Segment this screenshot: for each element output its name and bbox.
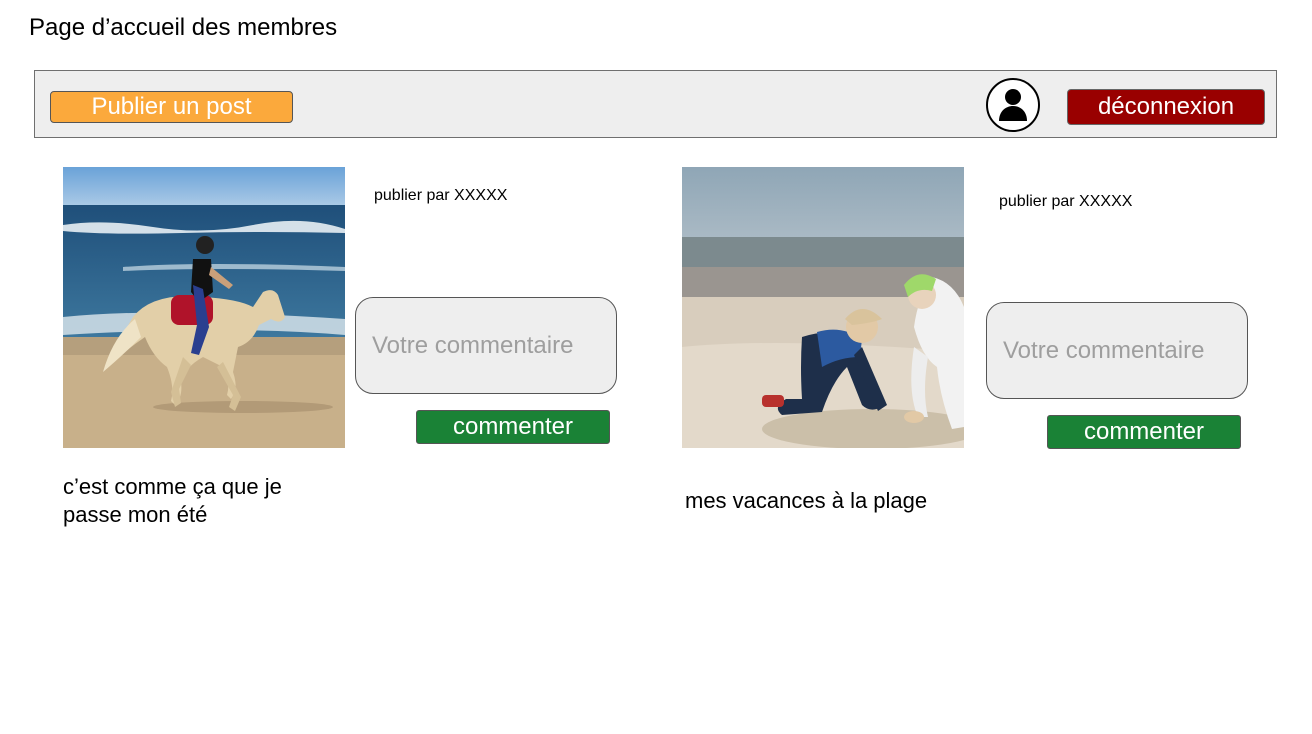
logout-button[interactable]: déconnexion: [1067, 89, 1265, 125]
post-author: publier par XXXXX: [374, 187, 508, 204]
post-caption: mes vacances à la plage: [685, 488, 928, 513]
horse-rider-beach-photo: [63, 167, 345, 448]
post-caption: c’est comme ça que je passe mon été: [63, 474, 282, 527]
publish-post-button[interactable]: Publier un post: [50, 91, 293, 123]
comment-button[interactable]: commenter: [416, 410, 610, 444]
comment-input[interactable]: Votre commentaire: [355, 297, 617, 394]
post-author: publier par XXXXX: [999, 193, 1133, 210]
page-title: Page d’accueil des membres: [29, 14, 338, 41]
user-avatar-button[interactable]: [986, 78, 1040, 132]
comment-button[interactable]: commenter: [1047, 415, 1241, 449]
children-digging-sand-photo: [682, 167, 964, 448]
comment-input[interactable]: Votre commentaire: [986, 302, 1248, 399]
user-icon: [999, 89, 1027, 121]
